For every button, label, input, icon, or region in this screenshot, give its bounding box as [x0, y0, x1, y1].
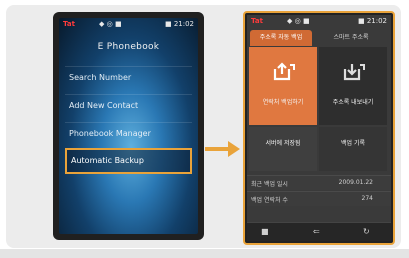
- arrow-head-icon: [228, 141, 240, 157]
- right-status-bar: Tat ◆ ◎ ■ ■ 21:02: [247, 15, 391, 29]
- export-contacts-label: 주소록 내보내기: [332, 99, 374, 106]
- right-status-signal: Tat: [251, 17, 263, 25]
- left-phone: Tat ◆ ◎ ■ ■ 21:02 E Phonebook Search Num…: [53, 12, 204, 240]
- right-phone-screen: Tat ◆ ◎ ■ ■ 21:02 주소록 자동 백업 스마트 주소록 연락처 …: [247, 15, 391, 241]
- backup-contacts-label: 연락처 백업하기: [262, 99, 304, 106]
- upload-phone-icon: [273, 62, 295, 81]
- info-value: 274: [361, 195, 373, 202]
- menu-item-phonebook-manager[interactable]: Phonebook Manager: [65, 122, 192, 145]
- menu-item-search-number[interactable]: Search Number: [65, 66, 192, 89]
- right-status-icons: ◆ ◎ ■: [287, 17, 310, 25]
- left-status-icons: ◆ ◎ ■: [99, 20, 122, 28]
- bottom-strip: [0, 249, 409, 258]
- info-key: 백업 연락처 수: [251, 197, 288, 204]
- left-phone-screen: Tat ◆ ◎ ■ ■ 21:02 E Phonebook Search Num…: [59, 18, 198, 234]
- export-contacts-tile[interactable]: 주소록 내보내기: [319, 47, 387, 125]
- left-status-signal: Tat: [63, 20, 75, 28]
- tab-bar: 주소록 자동 백업 스마트 주소록: [247, 30, 391, 46]
- info-row-last-backup: 최근 백업 일시 2009.01.22: [247, 175, 391, 190]
- phonebook-title: E Phonebook: [97, 42, 160, 52]
- info-key: 최근 백업 일시: [251, 181, 288, 188]
- backup-contacts-tile[interactable]: 연락처 백업하기: [249, 47, 317, 125]
- tab-smart-phonebook[interactable]: 스마트 주소록: [317, 30, 385, 46]
- backup-history-tile[interactable]: 백업 기록: [319, 127, 387, 171]
- server-saved-tile[interactable]: 서버에 저장됨: [249, 127, 317, 171]
- download-phone-icon: [343, 64, 365, 81]
- menu-item-add-new-contact[interactable]: Add New Contact: [65, 94, 192, 117]
- menu-item-automatic-backup[interactable]: Automatic Backup: [65, 148, 192, 174]
- back-icon[interactable]: ⇐: [313, 227, 320, 237]
- refresh-icon[interactable]: ↻: [363, 227, 370, 237]
- arrow-shaft: [205, 147, 229, 151]
- right-phone: Tat ◆ ◎ ■ ■ 21:02 주소록 자동 백업 스마트 주소록 연락처 …: [243, 11, 395, 245]
- info-value: 2009.01.22: [338, 179, 373, 186]
- right-status-clock: ■ 21:02: [357, 17, 387, 25]
- server-saved-label: 서버에 저장됨: [265, 140, 301, 147]
- left-status-clock: ■ 21:02: [164, 20, 194, 28]
- tab-auto-backup[interactable]: 주소록 자동 백업: [250, 30, 312, 46]
- left-status-bar: Tat ◆ ◎ ■ ■ 21:02: [59, 18, 198, 32]
- backup-history-label: 백업 기록: [341, 140, 365, 147]
- bottom-softkey-bar: ■ ⇐ ↻: [247, 222, 391, 241]
- info-row-contact-count: 백업 연락처 수 274: [247, 191, 391, 206]
- menu-icon[interactable]: ■: [261, 227, 269, 237]
